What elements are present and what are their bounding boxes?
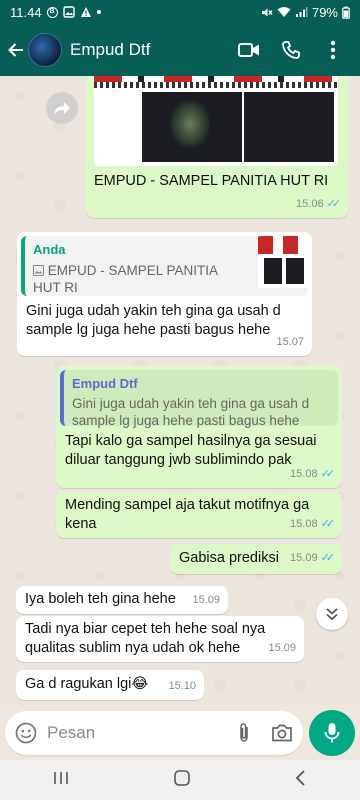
read-ticks-icon: ✓✓ [326, 198, 342, 210]
thumb-jersey [264, 258, 282, 284]
forward-icon [54, 102, 70, 115]
message-text-bubble[interactable]: Gabisa prediksi 15.09 ✓✓ [170, 544, 342, 574]
template-band [94, 82, 338, 88]
camera-icon[interactable] [271, 723, 293, 743]
timestamp: 15.09 [192, 594, 220, 606]
back-button[interactable] [6, 30, 26, 70]
chat-header: Empud Dtf [0, 24, 360, 76]
home-button[interactable] [173, 769, 191, 792]
status-time: 11.44 [10, 4, 42, 20]
b-notification-icon: B [46, 6, 58, 18]
timestamp: 15.06 [296, 198, 324, 210]
quoted-message[interactable]: Empud Dtf Gini juga udah yakin teh gina … [60, 370, 338, 428]
wifi-icon [277, 7, 291, 17]
message-time: 15.08 ✓✓ [290, 465, 336, 484]
microphone-icon [324, 722, 340, 742]
message-input-bar: Pesan [0, 705, 360, 760]
read-ticks-icon: ✓✓ [320, 518, 336, 530]
message-text: Gini juga udah yakin teh gina ga usah d … [26, 303, 281, 338]
message-time: 15.09 [268, 639, 296, 658]
notification-dot-icon [96, 10, 101, 14]
timestamp: 15.09 [290, 552, 318, 564]
message-time: 15.06 ✓✓ [296, 195, 342, 214]
back-arrow-icon [8, 43, 23, 57]
message-input-container[interactable]: Pesan [5, 710, 303, 755]
jersey-front-image [142, 92, 242, 162]
more-options-button[interactable] [312, 30, 354, 70]
timestamp: 15.10 [168, 680, 196, 692]
chat-messages-area[interactable]: EMPUD - SAMPEL PANITIA HUT RI 15.06 ✓✓ An… [0, 76, 360, 705]
read-ticks-icon: ✓✓ [320, 468, 336, 480]
recent-apps-icon [53, 771, 68, 784]
message-time: 15.08 ✓✓ [290, 515, 336, 534]
warning-icon [80, 7, 91, 17]
system-navigation-bar [0, 760, 360, 800]
recent-apps-button[interactable] [52, 770, 70, 791]
message-time: 15.09 ✓✓ [290, 549, 336, 568]
phone-icon [282, 41, 300, 59]
message-image[interactable]: EMPUD - SAMPEL PANITIA HUT RI 15.06 ✓✓ [86, 76, 348, 218]
back-nav-button[interactable] [294, 769, 308, 792]
attach-icon[interactable] [233, 722, 255, 744]
signal-icon [295, 7, 308, 17]
scroll-to-bottom-button[interactable] [316, 598, 348, 630]
voice-message-button[interactable] [309, 709, 355, 756]
battery-icon [342, 6, 350, 19]
message-time: 15.09 [192, 591, 220, 610]
voice-call-button[interactable] [270, 30, 312, 70]
quote-text-value: EMPUD - SAMPEL PANITIA HUT RI [33, 263, 218, 295]
image-attachment[interactable] [94, 76, 338, 166]
message-time: 15.10 [168, 677, 196, 696]
message-text-bubble[interactable]: Tadi nya biar cepet teh hehe soal nya qu… [16, 616, 304, 662]
back-chevron-icon [296, 769, 305, 786]
quote-thumbnail [258, 236, 308, 288]
message-reply[interactable]: Empud Dtf Gini juga udah yakin teh gina … [56, 366, 342, 488]
thumb-strip [258, 236, 308, 254]
jersey-back-image [244, 92, 334, 162]
message-text: Tapi kalo ga sampel hasilnya ga sesuai d… [65, 433, 317, 468]
status-bar: 11.44 B 79% [0, 0, 360, 24]
mute-icon [261, 8, 273, 16]
image-icon [33, 265, 44, 276]
message-text-bubble[interactable]: Mending sampel aja takut motifnya ga ken… [56, 492, 342, 538]
timestamp: 15.07 [276, 336, 304, 348]
message-text: Gabisa prediksi [179, 550, 279, 566]
timestamp: 15.08 [290, 468, 318, 480]
thumb-jersey [286, 258, 304, 284]
contact-name[interactable]: Empud Dtf [70, 40, 228, 60]
battery-percent: 79% [311, 4, 338, 20]
video-camera-icon [238, 43, 259, 57]
double-chevron-down-icon [326, 608, 338, 621]
message-text-bubble[interactable]: Iya boleh teh gina hehe 15.09 [16, 586, 228, 614]
forward-button[interactable] [46, 92, 78, 124]
jersey-art [170, 100, 210, 148]
read-ticks-icon: ✓✓ [320, 552, 336, 564]
message-text: Iya boleh teh gina hehe [25, 591, 176, 607]
message-time: 15.07 [276, 333, 304, 352]
quote-text: Gini juga udah yakin teh gina ga usah d … [72, 396, 310, 428]
message-text: Mending sampel aja takut motifnya ga ken… [65, 497, 310, 532]
message-text: Ga d ragukan lgi😂 [25, 676, 149, 692]
message-reply[interactable]: Anda EMPUD - SAMPEL PANITIA HUT RI Gini … [17, 232, 312, 356]
contact-avatar[interactable] [28, 33, 62, 67]
jersey-art [266, 100, 306, 148]
emoji-icon[interactable] [15, 722, 37, 744]
timestamp: 15.08 [290, 518, 318, 530]
more-vertical-icon [330, 40, 336, 60]
message-input[interactable]: Pesan [47, 723, 233, 743]
quoted-message[interactable]: Anda EMPUD - SAMPEL PANITIA HUT RI [21, 236, 308, 296]
home-icon [174, 769, 190, 786]
message-text-bubble[interactable]: Ga d ragukan lgi😂 15.10 [16, 670, 204, 700]
image-caption: EMPUD - SAMPEL PANITIA HUT RI [94, 173, 329, 189]
image-notification-icon [62, 6, 75, 18]
timestamp: 15.09 [268, 642, 296, 654]
message-text: Tadi nya biar cepet teh hehe soal nya qu… [25, 621, 266, 656]
video-call-button[interactable] [228, 30, 270, 70]
quote-author: Empud Dtf [72, 376, 138, 391]
